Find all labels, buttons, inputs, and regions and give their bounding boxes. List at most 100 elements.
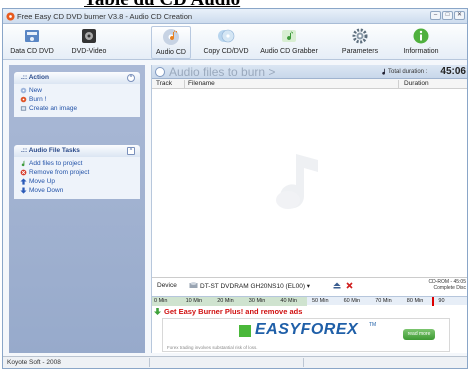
ruler-tick: 60 Min <box>343 298 361 304</box>
ruler-tick: 10 Min <box>185 298 203 304</box>
new-icon <box>20 87 27 94</box>
task-label: Burn ! <box>29 96 47 103</box>
arrow-up-icon <box>20 178 27 185</box>
column-track[interactable]: Track <box>156 80 172 87</box>
toolbar-label: Audio CD <box>156 49 186 56</box>
task-label: Move Up <box>29 178 56 185</box>
file-list-header: Track Filename Duration <box>152 79 467 89</box>
page-heading: Table du CD Audio <box>0 0 468 8</box>
add-music-icon <box>21 160 25 167</box>
project-header: Audio files to burn > Total duration : 4… <box>152 65 467 79</box>
info-icon <box>413 28 429 44</box>
capacity-limit-marker <box>432 297 434 306</box>
page-heading-text: Table du CD Audio <box>84 0 240 8</box>
task-label: Create an image <box>29 105 78 112</box>
toolbar-label: DVD-Video <box>71 48 107 55</box>
upgrade-link[interactable]: Get Easy Burner Plus! and remove ads <box>154 307 302 316</box>
toolbar-parameters-button[interactable]: Parameters <box>339 26 381 59</box>
toolbar-label: Parameters <box>341 48 379 55</box>
app-window: Free Easy CD DVD burner V3.8 - Audio CD … <box>2 8 468 369</box>
ruler-tick: 30 Min <box>248 298 266 304</box>
action-burn-link[interactable]: Burn ! <box>20 95 140 104</box>
ad-logo-square <box>239 325 251 337</box>
maximize-button[interactable]: □ <box>442 11 453 20</box>
task-remove-link[interactable]: Remove from project <box>20 168 140 177</box>
task-add-files-link[interactable]: Add files to project <box>20 159 140 168</box>
music-note-watermark-icon <box>276 144 318 209</box>
ruler-tick: 80 Min <box>406 298 424 304</box>
ruler-tick: 0 Min <box>154 298 168 304</box>
toolbar-label: Data CD DVD <box>10 48 54 55</box>
data-disc-icon <box>25 30 39 42</box>
remove-icon <box>20 169 27 176</box>
disc-capacity-ruler: 0 Min 10 Min 20 Min 30 Min 40 Min 50 Min 60 Mi… <box>152 296 467 306</box>
toolbar-copy-cd-dvd-button[interactable]: Copy CD/DVD <box>199 26 253 59</box>
window-title: Free Easy CD DVD burner V3.8 - Audio CD … <box>17 12 193 21</box>
toolbar-dvd-video-button[interactable]: DVD-Video <box>65 26 113 59</box>
device-label: Device <box>157 282 177 289</box>
task-label: Remove from project <box>29 169 90 176</box>
audio-tasks-panel-header[interactable]: .:: Audio File Tasks ⌃ <box>14 145 140 157</box>
drive-icon <box>189 282 198 288</box>
ad-banner[interactable]: EASYFOREX TM read more Forex trading inv… <box>162 318 450 352</box>
audio-tasks-panel-body: Add files to project Remove from project… <box>14 157 140 199</box>
action-create-image-link[interactable]: Create an image <box>20 104 140 113</box>
toolbar-data-cd-dvd-button[interactable]: Data CD DVD <box>7 26 57 59</box>
ruler-tick: 70 Min <box>375 298 392 304</box>
task-move-down-link[interactable]: Move Down <box>20 186 140 195</box>
ad-read-more-button[interactable]: read more <box>403 329 435 340</box>
minimize-button[interactable]: – <box>430 11 441 20</box>
task-move-up-link[interactable]: Move Up <box>20 177 140 186</box>
toolbar-label: Copy CD/DVD <box>203 48 249 55</box>
action-new-link[interactable]: New <box>20 86 140 95</box>
collapse-icon[interactable]: ⌃ <box>127 147 135 155</box>
audio-project-panel: Audio files to burn > Total duration : 4… <box>151 65 467 353</box>
ruler-tick: 90 <box>438 298 445 304</box>
toolbar-information-button[interactable]: Information <box>397 26 445 59</box>
column-duration[interactable]: Duration <box>404 80 429 87</box>
close-button[interactable]: ✕ <box>454 11 465 20</box>
window-controls: – □ ✕ <box>430 11 465 20</box>
drive-select[interactable]: DT-ST DVDRAM GH20NS10 (EL00) ▾ <box>200 282 310 290</box>
toolbar-label: Information <box>403 48 439 55</box>
task-label: Add files to project <box>29 160 83 167</box>
ruler-tick: 50 Min <box>312 298 329 304</box>
action-panel-body: New Burn ! Create an image <box>14 84 140 117</box>
erase-disc-icon[interactable] <box>346 282 353 289</box>
total-duration-value: 45:06 <box>440 66 466 77</box>
main-toolbar: Data CD DVD DVD-Video Audio CD Copy CD/D… <box>3 24 467 60</box>
app-logo-icon <box>6 12 15 21</box>
task-sidebar: .:: Action ⌃ New Burn ! Create an image <box>9 65 145 353</box>
eject-icon[interactable] <box>333 282 341 289</box>
gear-icon <box>352 28 368 44</box>
action-panel-title: .:: Action <box>21 74 49 81</box>
file-list[interactable] <box>152 90 467 273</box>
disc-status: Complete Disc <box>433 285 466 291</box>
disc-info: CD-ROM - 45:05 Complete Disc <box>428 279 466 291</box>
burn-icon <box>20 96 27 103</box>
status-bar: Koyote Soft - 2008 <box>3 356 467 368</box>
ruler-tick: 40 Min <box>280 298 297 304</box>
ad-disclaimer: Forex trading involves substantial risk … <box>167 345 258 350</box>
toolbar-audio-cd-grabber-button[interactable]: Audio CD Grabber <box>257 26 321 59</box>
copy-disc-icon <box>218 29 235 43</box>
status-text: Koyote Soft - 2008 <box>7 359 61 366</box>
arrow-down-icon <box>20 187 27 194</box>
project-header-title: Audio files to burn > <box>169 65 276 79</box>
image-icon <box>20 106 27 111</box>
collapse-icon[interactable]: ⌃ <box>127 74 135 82</box>
grabber-icon <box>282 30 296 42</box>
ruler-tick: 20 Min <box>217 298 234 304</box>
task-label: Move Down <box>29 187 64 194</box>
film-icon <box>82 29 96 43</box>
action-panel-header[interactable]: .:: Action ⌃ <box>14 72 140 84</box>
back-icon[interactable] <box>155 67 165 77</box>
toolbar-audio-cd-button[interactable]: Audio CD <box>151 26 191 59</box>
column-filename[interactable]: Filename <box>188 80 215 87</box>
audio-file-tasks-panel: .:: Audio File Tasks ⌃ Add files to proj… <box>14 145 140 199</box>
audio-tasks-panel-title: .:: Audio File Tasks <box>21 147 80 154</box>
device-bar: Device DT-ST DVDRAM GH20NS10 (EL00) ▾ CD… <box>152 277 467 293</box>
title-bar: Free Easy CD DVD burner V3.8 - Audio CD … <box>3 9 467 24</box>
green-arrow-icon <box>154 308 161 315</box>
audio-disc-icon <box>163 29 179 45</box>
